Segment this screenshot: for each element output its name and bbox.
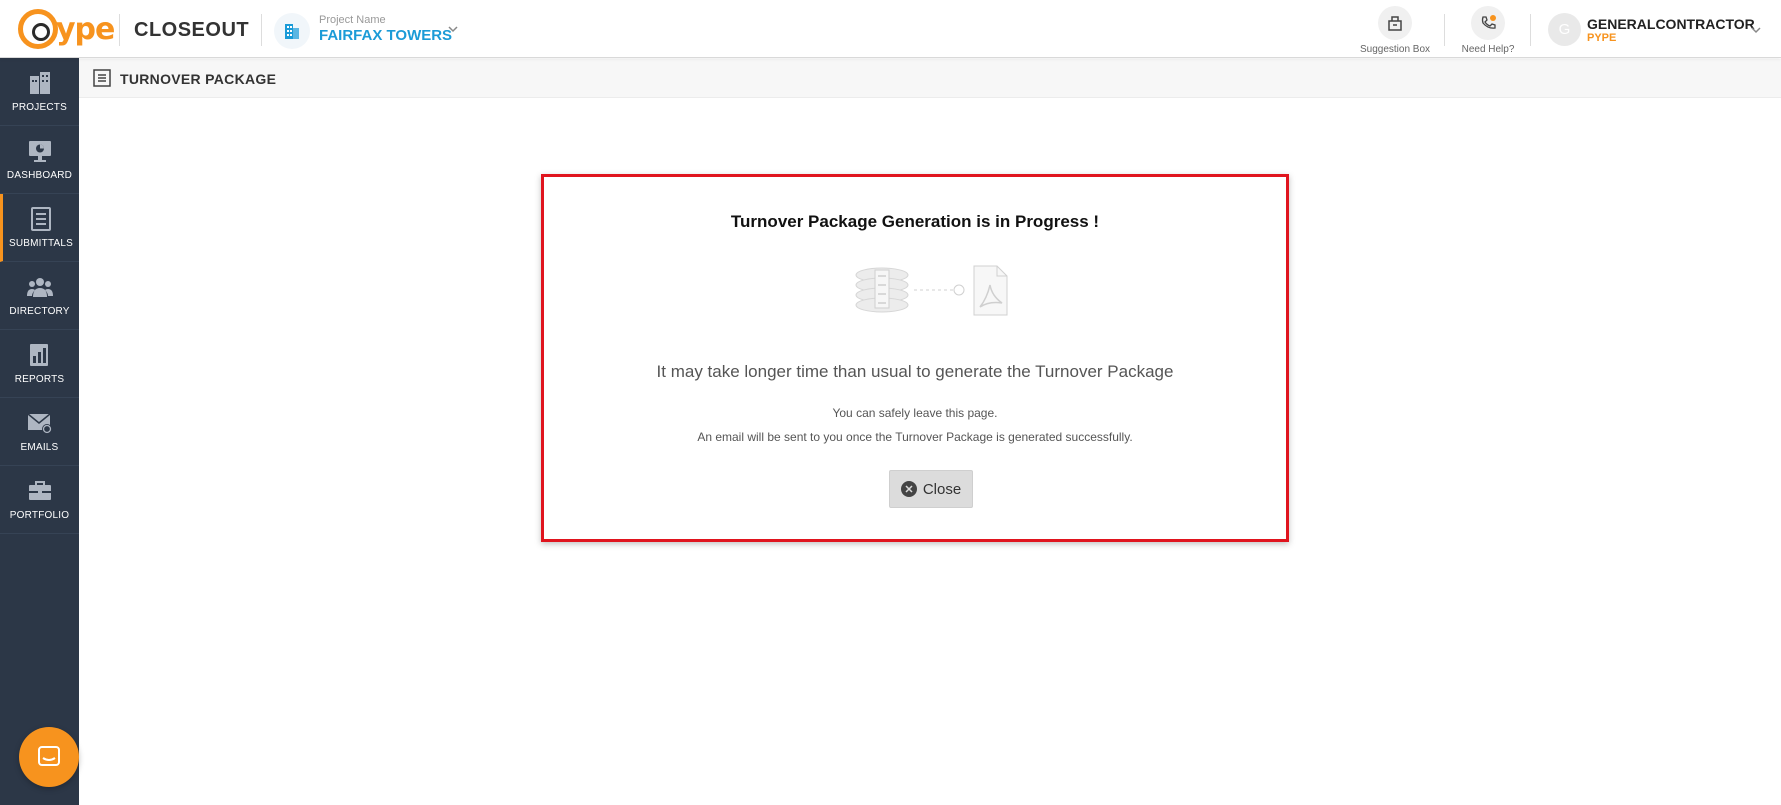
sidebar-item-label: PORTFOLIO xyxy=(9,510,70,521)
user-org: PYPE xyxy=(1587,32,1617,44)
divider xyxy=(261,14,262,46)
package-to-pdf-illustration xyxy=(855,265,1008,316)
sidebar-item-dashboard[interactable]: DASHBOARD xyxy=(0,126,79,194)
need-help-label: Need Help? xyxy=(1461,44,1515,55)
sidebar-item-label: SUBMITTALS xyxy=(8,238,74,249)
dialog-note-email: An email will be sent to you once the Tu… xyxy=(697,430,1133,444)
sidebar-item-label: DASHBOARD xyxy=(6,170,73,181)
chevron-down-icon[interactable] xyxy=(1750,24,1762,36)
sidebar-item-submittals[interactable]: SUBMITTALS xyxy=(0,194,79,262)
sidebar-item-label: DIRECTORY xyxy=(9,306,70,317)
sidebar-item-projects[interactable]: PROJECTS xyxy=(0,58,79,126)
need-help-button[interactable]: Need Help? xyxy=(1443,6,1533,55)
sidebar-item-reports[interactable]: REPORTS xyxy=(0,330,79,398)
building-icon xyxy=(274,13,310,49)
dialog-title: Turnover Package Generation is in Progre… xyxy=(730,212,1100,231)
app-name: CLOSEOUT xyxy=(134,19,250,41)
suggestion-box-button[interactable]: Suggestion Box xyxy=(1350,6,1440,55)
suggestion-box-label: Suggestion Box xyxy=(1359,44,1431,55)
document-list-icon xyxy=(93,69,111,87)
turnover-progress-dialog: Turnover Package Generation is in Progre… xyxy=(541,174,1289,542)
briefcase-icon xyxy=(28,481,51,500)
monitor-chart-icon xyxy=(28,141,51,162)
divider xyxy=(1530,14,1531,46)
chat-launcher-button[interactable] xyxy=(19,727,79,787)
document-list-icon xyxy=(31,207,51,231)
close-button-label: Close xyxy=(922,480,962,498)
top-bar: ype CLOSEOUT Project Name FAIRFAX TOWERS… xyxy=(0,0,1781,58)
dialog-note-leave: You can safely leave this page. xyxy=(832,406,998,420)
sidebar-item-directory[interactable]: DIRECTORY xyxy=(0,262,79,330)
logo-text: ype xyxy=(56,11,115,47)
suggestion-box-icon xyxy=(1378,6,1412,40)
page-header: TURNOVER PACKAGE xyxy=(79,59,1781,98)
sidebar-item-label: EMAILS xyxy=(20,442,59,453)
phone-help-icon xyxy=(1471,6,1505,40)
logo-mark xyxy=(18,9,58,49)
sidebar: PROJECTS DASHBOARD SUBMITTALS DIRECTORY … xyxy=(0,58,79,805)
pype-logo[interactable]: ype xyxy=(18,8,115,50)
avatar[interactable]: G xyxy=(1548,13,1581,46)
report-chart-icon xyxy=(29,344,48,366)
project-name-label: Project Name xyxy=(319,14,386,26)
divider xyxy=(119,14,120,46)
user-name[interactable]: GENERALCONTRACTOR xyxy=(1587,16,1755,32)
close-button[interactable]: Close xyxy=(889,470,973,508)
sidebar-item-portfolio[interactable]: PORTFOLIO xyxy=(0,466,79,534)
close-icon xyxy=(900,481,917,497)
page-title: TURNOVER PACKAGE xyxy=(120,71,277,87)
chat-icon xyxy=(38,746,60,766)
envelope-icon xyxy=(27,413,52,434)
people-icon xyxy=(26,278,53,297)
chevron-down-icon[interactable] xyxy=(446,22,460,36)
sidebar-item-emails[interactable]: EMAILS xyxy=(0,398,79,466)
project-name[interactable]: FAIRFAX TOWERS xyxy=(319,27,452,44)
dialog-main-message: It may take longer time than usual to ge… xyxy=(656,362,1174,381)
sidebar-item-label: REPORTS xyxy=(14,374,65,385)
buildings-icon xyxy=(29,72,50,94)
sidebar-item-label: PROJECTS xyxy=(12,102,67,113)
